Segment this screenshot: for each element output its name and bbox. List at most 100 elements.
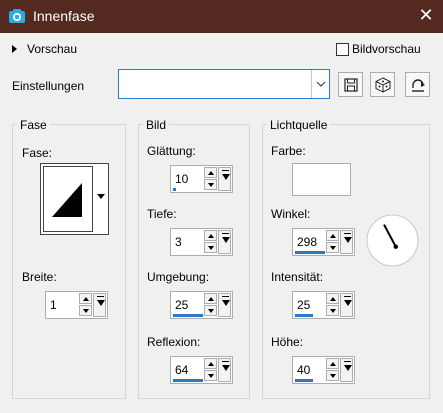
glaettung-level-bar xyxy=(173,188,176,191)
save-icon xyxy=(344,78,358,92)
dice-icon xyxy=(375,77,391,93)
spin-down-arrow-icon[interactable] xyxy=(204,305,217,316)
intensitaet-value[interactable]: 25 xyxy=(297,298,310,312)
window-title: Innenfase xyxy=(33,8,95,24)
preview-toggle-label: Vorschau xyxy=(27,42,78,56)
hoehe-label: Höhe: xyxy=(271,335,304,349)
tiefe-label: Tiefe: xyxy=(147,207,177,221)
spin-down-arrow-icon[interactable] xyxy=(204,242,217,253)
expand-arrow-icon xyxy=(12,45,17,53)
einstellungen-dropdown[interactable] xyxy=(118,69,330,99)
winkel-arrows[interactable] xyxy=(326,230,339,254)
bevel-shape-icon xyxy=(52,183,82,217)
winkel-spinner[interactable]: 298 xyxy=(292,228,355,256)
spin-up-arrow-icon[interactable] xyxy=(79,293,92,304)
close-icon: ✕ xyxy=(418,5,434,25)
glaettung-level xyxy=(173,188,203,191)
angle-knob xyxy=(393,244,398,249)
chevron-down-icon xyxy=(316,81,326,87)
close-button[interactable]: ✕ xyxy=(409,0,443,33)
einstellungen-label: Einstellungen xyxy=(12,79,85,93)
dialog-window: Innenfase ✕ Vorschau Bildvorschau Einste… xyxy=(0,0,443,413)
dropdown-button[interactable] xyxy=(311,70,329,98)
spin-up-arrow-icon[interactable] xyxy=(204,293,217,304)
reflexion-value[interactable]: 64 xyxy=(175,363,188,377)
spin-menu-icon[interactable] xyxy=(93,293,106,317)
spin-down-arrow-icon[interactable] xyxy=(326,370,339,381)
glaettung-arrows[interactable] xyxy=(204,167,217,191)
reflexion-label: Reflexion: xyxy=(147,335,201,349)
glaettung-label: Glättung: xyxy=(147,144,196,158)
spin-down-arrow-icon[interactable] xyxy=(326,305,339,316)
spin-menu-icon[interactable] xyxy=(340,230,353,254)
fase-group-title: Fase xyxy=(17,118,50,132)
umgebung-arrows[interactable] xyxy=(204,293,217,317)
intensitaet-label: Intensität: xyxy=(271,270,324,284)
tiefe-spinner[interactable]: 3 xyxy=(170,228,233,256)
spin-down-arrow-icon[interactable] xyxy=(204,179,217,190)
angle-dial[interactable] xyxy=(366,214,419,267)
hoehe-arrows[interactable] xyxy=(326,358,339,382)
spin-menu-icon[interactable] xyxy=(340,293,353,317)
reflexion-level-bar xyxy=(173,379,203,382)
title-bar[interactable]: Innenfase ✕ xyxy=(0,0,443,33)
farbe-swatch[interactable] xyxy=(292,163,351,196)
hoehe-value[interactable]: 40 xyxy=(297,363,310,377)
spin-menu-icon[interactable] xyxy=(218,293,231,317)
save-preset-button[interactable] xyxy=(338,72,363,97)
umgebung-spinner[interactable]: 25 xyxy=(170,291,233,319)
spin-up-arrow-icon[interactable] xyxy=(326,230,339,241)
tiefe-level xyxy=(173,251,203,254)
umgebung-label: Umgebung: xyxy=(147,270,210,284)
bildvorschau-checkbox[interactable]: Bildvorschau xyxy=(336,42,421,56)
reflexion-level xyxy=(173,379,203,382)
lichtquelle-group-title: Lichtquelle xyxy=(267,118,331,132)
reset-icon xyxy=(412,79,425,92)
spin-down-arrow-icon[interactable] xyxy=(204,370,217,381)
glaettung-value[interactable]: 10 xyxy=(175,172,188,186)
fase-label: Fase: xyxy=(22,146,53,160)
tiefe-value[interactable]: 3 xyxy=(175,235,182,249)
intensitaet-level xyxy=(295,314,325,317)
fase-preview xyxy=(43,166,93,232)
spin-down-arrow-icon[interactable] xyxy=(79,305,92,316)
camera-icon xyxy=(9,9,25,23)
spin-up-arrow-icon[interactable] xyxy=(326,358,339,369)
fase-dropdown-arrow-icon[interactable] xyxy=(97,194,105,199)
spin-menu-icon[interactable] xyxy=(218,230,231,254)
spin-up-arrow-icon[interactable] xyxy=(204,230,217,241)
hoehe-level-bar xyxy=(295,379,313,382)
randomize-button[interactable] xyxy=(370,72,395,97)
intensitaet-arrows[interactable] xyxy=(326,293,339,317)
farbe-label: Farbe: xyxy=(271,144,306,158)
breite-spinner[interactable]: 1 xyxy=(45,291,108,319)
bildvorschau-label: Bildvorschau xyxy=(352,42,421,56)
winkel-level-bar xyxy=(295,251,325,254)
spin-up-arrow-icon[interactable] xyxy=(204,167,217,178)
glaettung-spinner[interactable]: 10 xyxy=(170,165,233,193)
reflexion-arrows[interactable] xyxy=(204,358,217,382)
hoehe-spinner[interactable]: 40 xyxy=(292,356,355,384)
reflexion-spinner[interactable]: 64 xyxy=(170,356,233,384)
winkel-value[interactable]: 298 xyxy=(297,235,317,249)
umgebung-value[interactable]: 25 xyxy=(175,298,188,312)
preview-toggle[interactable]: Vorschau xyxy=(12,41,77,57)
spin-up-arrow-icon[interactable] xyxy=(326,293,339,304)
spin-down-arrow-icon[interactable] xyxy=(326,242,339,253)
spin-up-arrow-icon[interactable] xyxy=(204,358,217,369)
bild-group-title: Bild xyxy=(143,118,170,132)
winkel-level xyxy=(295,251,325,254)
spin-menu-icon[interactable] xyxy=(340,358,353,382)
intensitaet-spinner[interactable]: 25 xyxy=(292,291,355,319)
tiefe-arrows[interactable] xyxy=(204,230,217,254)
checkbox-box[interactable] xyxy=(336,42,349,56)
reset-button[interactable] xyxy=(405,72,430,97)
hoehe-level xyxy=(295,379,325,382)
intensitaet-level-bar xyxy=(295,314,313,317)
fase-style-picker[interactable] xyxy=(40,163,109,235)
breite-arrows[interactable] xyxy=(79,293,92,317)
breite-value[interactable]: 1 xyxy=(50,298,57,312)
spin-menu-icon[interactable] xyxy=(218,358,231,382)
spin-menu-icon[interactable] xyxy=(218,167,231,191)
umgebung-level xyxy=(173,314,203,317)
